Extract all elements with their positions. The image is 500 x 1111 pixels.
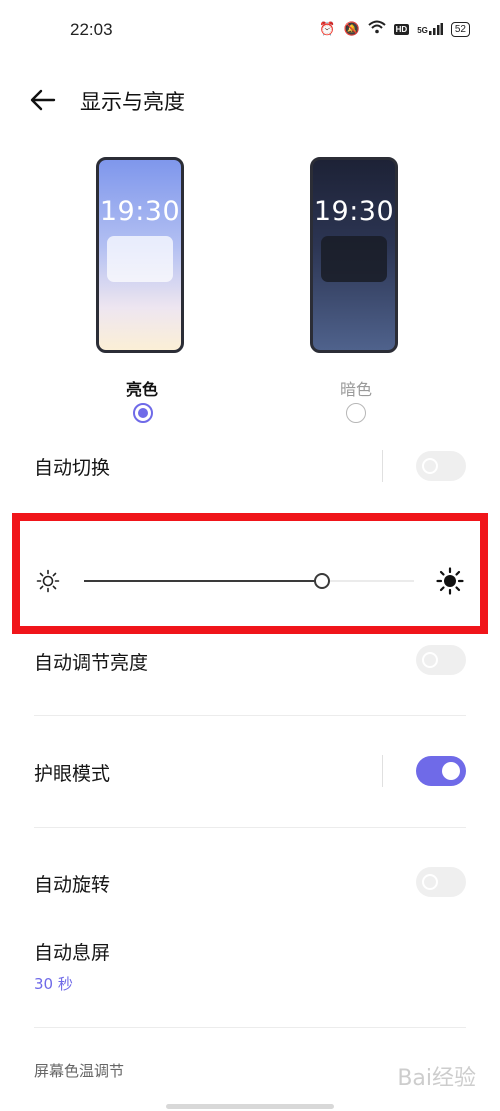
- eye-comfort-label: 护眼模式: [34, 763, 111, 785]
- mute-icon: 🔕: [343, 21, 360, 37]
- highlight-annotation: [12, 513, 488, 634]
- wifi-icon: [367, 20, 386, 38]
- 5g-signal-icon: 5G: [417, 23, 443, 35]
- preview-time: 19:30: [313, 196, 395, 227]
- auto-brightness-label: 自动调节亮度: [34, 652, 149, 674]
- preview-time: 19:30: [99, 196, 181, 227]
- auto-switch-toggle[interactable]: [416, 451, 466, 481]
- screen-timeout-label[interactable]: 自动息屏: [34, 938, 110, 965]
- hd-icon: HD: [393, 23, 410, 35]
- status-icons: ⏰ 🔕 HD 5G 52: [319, 20, 470, 38]
- sun-high-icon: [436, 567, 464, 595]
- light-theme-label: 亮色: [125, 380, 158, 399]
- battery-icon: 52: [450, 21, 470, 37]
- auto-rotate-toggle[interactable]: [416, 867, 466, 897]
- light-theme-radio[interactable]: [133, 403, 153, 423]
- watermark: Bai经验: [397, 1066, 476, 1091]
- row-separator: [382, 755, 383, 787]
- screen-timeout-value: 30 秒: [34, 975, 73, 993]
- auto-rotate-label: 自动旋转: [34, 874, 111, 896]
- home-indicator: [166, 1104, 334, 1109]
- brightness-slider-thumb[interactable]: [313, 573, 330, 589]
- divider: [34, 1027, 466, 1028]
- page-title: 显示与亮度: [80, 90, 185, 114]
- row-separator: [382, 450, 383, 482]
- divider: [34, 715, 466, 716]
- auto-switch-label: 自动切换: [34, 457, 111, 479]
- status-time: 22:03: [70, 20, 113, 39]
- dark-theme-label: 暗色: [339, 380, 372, 399]
- divider: [34, 827, 466, 828]
- dark-theme-preview[interactable]: 19:30: [310, 157, 398, 353]
- preview-card: [107, 236, 173, 282]
- brightness-slider[interactable]: [84, 573, 414, 589]
- brightness-slider-fill: [84, 580, 322, 582]
- auto-brightness-toggle[interactable]: [416, 645, 466, 675]
- light-theme-preview[interactable]: 19:30: [96, 157, 184, 353]
- sun-low-icon: [36, 569, 60, 593]
- arrow-left-icon[interactable]: [28, 86, 58, 114]
- eye-comfort-toggle[interactable]: [416, 756, 466, 786]
- dark-theme-radio[interactable]: [346, 403, 366, 423]
- preview-card: [321, 236, 387, 282]
- network-label: 5G: [417, 26, 428, 35]
- color-temp-header: 屏幕色温调节: [34, 1062, 125, 1080]
- alarm-icon: ⏰: [319, 21, 336, 37]
